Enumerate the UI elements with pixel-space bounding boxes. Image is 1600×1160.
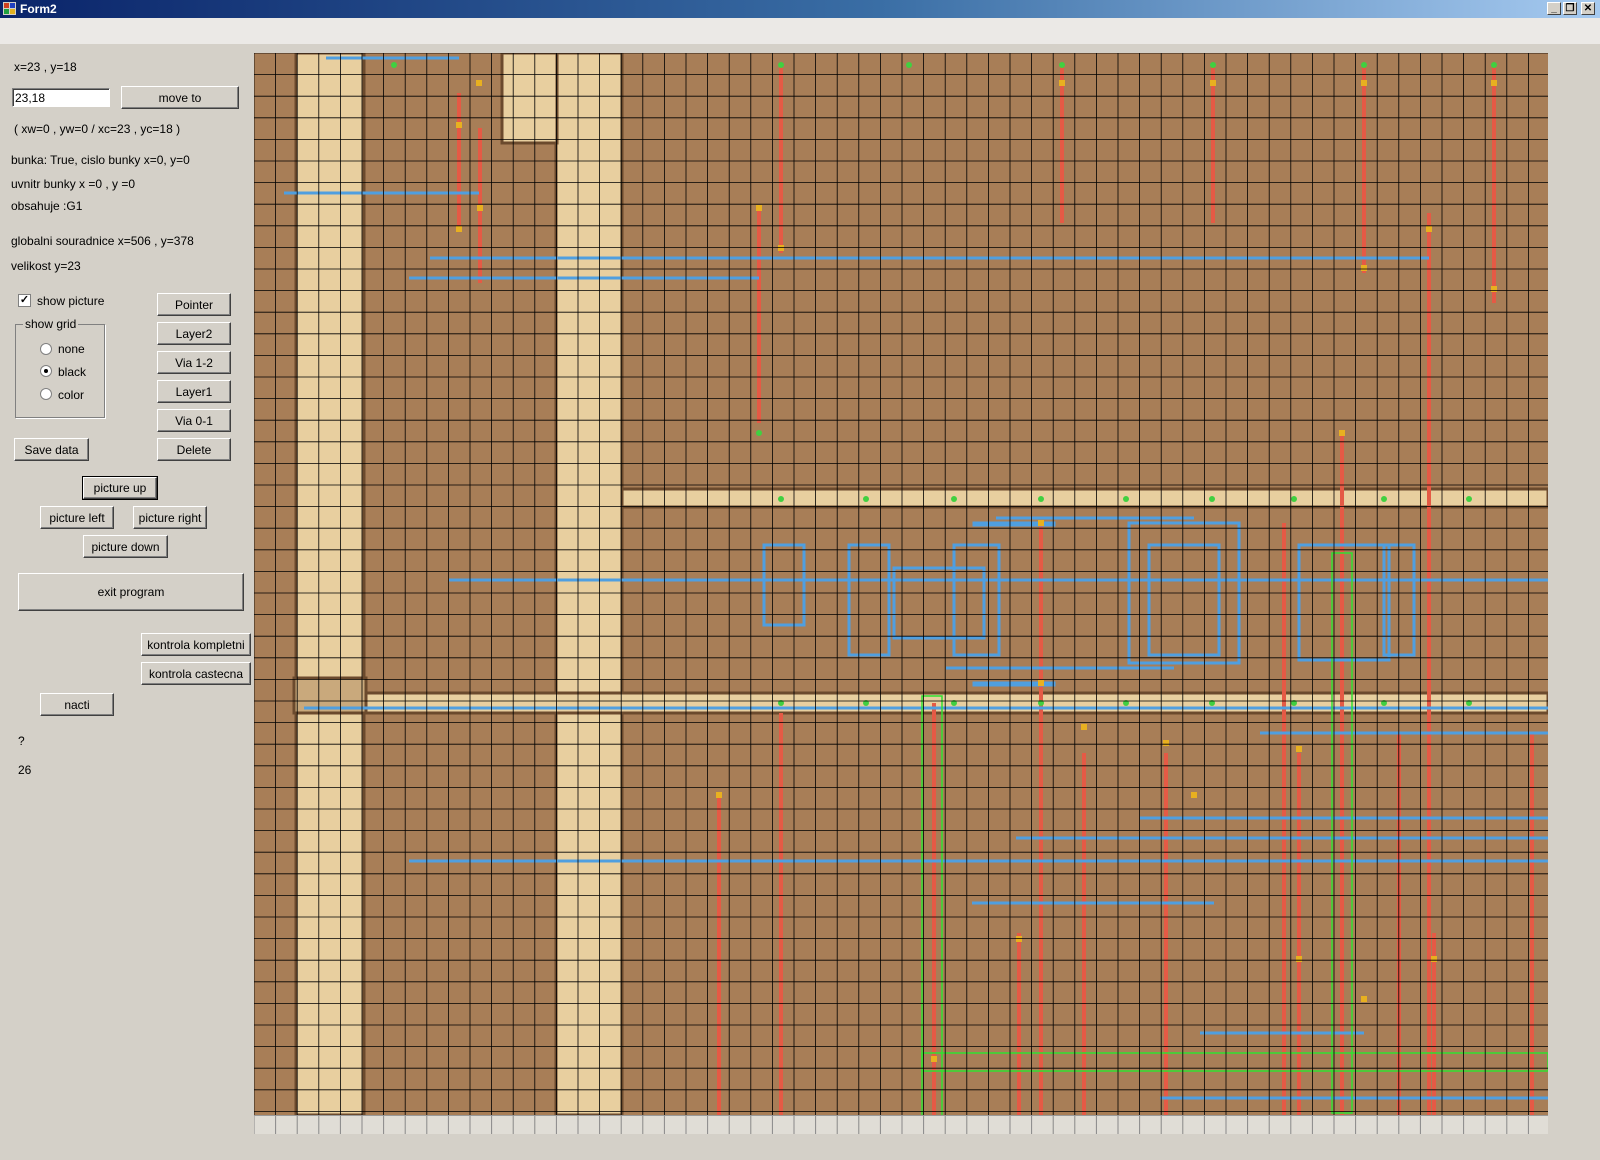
picture-left-button[interactable]: picture left: [40, 506, 114, 529]
contact-marker: [778, 62, 784, 68]
cell-strip-svg: [253, 1116, 1529, 1134]
coords-detail-label: ( xw=0 , yw=0 / xc=23 , yc=18 ): [14, 122, 181, 136]
exit-program-button[interactable]: exit program: [18, 573, 244, 611]
grid-radio-none[interactable]: [40, 343, 52, 355]
via12-tool-button[interactable]: Via 1-2: [157, 351, 231, 374]
metal-block: [500, 51, 559, 145]
question-label: ?: [18, 734, 25, 748]
contact-marker: [1381, 496, 1387, 502]
grid-option-color: color: [58, 388, 85, 402]
grid-radio-color[interactable]: [40, 388, 52, 400]
via-marker: [1163, 740, 1169, 746]
via-marker: [1339, 430, 1345, 436]
picture-down-button[interactable]: picture down: [83, 535, 168, 558]
cursor-label: x=23 , y=18: [14, 60, 77, 74]
contact-marker: [1210, 62, 1216, 68]
app-icon: [3, 2, 16, 15]
layer1-tool-button[interactable]: Layer1: [157, 380, 231, 403]
kontrola-kompletni-button[interactable]: kontrola kompletni: [141, 633, 251, 656]
obsahuje-label: obsahuje :G1: [11, 199, 83, 213]
uvnitr-label: uvnitr bunky x =0 , y =0: [11, 177, 136, 191]
contact-marker: [756, 430, 762, 436]
bunka-label: bunka: True, cislo bunky x=0, y=0: [11, 153, 190, 167]
metal-rail-h: [620, 487, 1550, 509]
horizontal-cell-strip[interactable]: [253, 1115, 1548, 1134]
check-icon: ✓: [19, 294, 30, 306]
via-marker: [1361, 265, 1367, 271]
via-marker: [1016, 936, 1022, 942]
kontrola-castecna-button[interactable]: kontrola castecna: [141, 662, 251, 685]
contact-marker: [1209, 496, 1215, 502]
via-marker: [716, 792, 722, 798]
via-marker: [1038, 520, 1044, 526]
show-grid-title: show grid: [23, 317, 79, 331]
nacti-button[interactable]: nacti: [40, 693, 114, 716]
via-marker: [1431, 956, 1437, 962]
title-bar: Form2 _ ❐ ✕: [0, 0, 1600, 18]
contact-marker: [906, 62, 912, 68]
via-marker: [456, 226, 462, 232]
via-marker: [1491, 286, 1497, 292]
via-marker: [1361, 80, 1367, 86]
close-button[interactable]: ✕: [1581, 2, 1595, 15]
contact-marker: [1291, 496, 1297, 502]
delete-tool-button[interactable]: Delete: [157, 438, 231, 461]
via-marker: [477, 205, 483, 211]
die-picture-canvas[interactable]: [253, 51, 1550, 1143]
pointer-tool-button[interactable]: Pointer: [157, 293, 231, 316]
minimize-icon: _: [1551, 3, 1557, 14]
close-icon: ✕: [1583, 3, 1593, 14]
metal-rail: [554, 51, 624, 1117]
via-marker: [778, 245, 784, 251]
die-picture-svg[interactable]: [253, 51, 1550, 1143]
metal-rail: [294, 51, 366, 1117]
menu-strip: [0, 18, 1600, 44]
save-data-button[interactable]: Save data: [14, 438, 89, 461]
minimize-button[interactable]: _: [1547, 2, 1561, 15]
restore-icon: ❐: [1565, 3, 1575, 14]
velikost-label: velikost y=23: [11, 259, 81, 273]
grid-option-none: none: [58, 342, 85, 356]
contact-marker: [1361, 62, 1367, 68]
contact-marker: [1038, 496, 1044, 502]
show-picture-checkbox[interactable]: ✓: [18, 294, 31, 307]
via-marker: [1210, 80, 1216, 86]
contact-marker: [1491, 62, 1497, 68]
move-to-button[interactable]: move to: [121, 86, 239, 109]
layer2-tool-button[interactable]: Layer2: [157, 322, 231, 345]
count-label: 26: [18, 763, 32, 777]
window-title: Form2: [20, 2, 57, 16]
picture-up-button[interactable]: picture up: [82, 476, 158, 500]
contact-marker: [863, 496, 869, 502]
contact-marker: [1059, 62, 1065, 68]
contact-marker: [1123, 496, 1129, 502]
via-marker: [1191, 792, 1197, 798]
via-marker: [456, 122, 462, 128]
contact-marker: [778, 496, 784, 502]
via01-tool-button[interactable]: Via 0-1: [157, 409, 231, 432]
via-marker: [1296, 746, 1302, 752]
via-marker: [1361, 996, 1367, 1002]
contact-marker: [1466, 496, 1472, 502]
via-marker: [931, 1056, 937, 1062]
contact-marker: [391, 62, 397, 68]
via-marker: [1426, 226, 1432, 232]
show-picture-label: show picture: [37, 294, 105, 308]
restore-button[interactable]: ❐: [1563, 2, 1577, 15]
grid-radio-black[interactable]: [40, 365, 52, 377]
via-marker: [1296, 956, 1302, 962]
move-to-input[interactable]: [12, 88, 110, 107]
via-marker: [476, 80, 482, 86]
grid-option-black: black: [58, 365, 87, 379]
globalni-label: globalni souradnice x=506 , y=378: [11, 234, 194, 248]
picture-right-button[interactable]: picture right: [133, 506, 207, 529]
via-marker: [1038, 680, 1044, 686]
via-marker: [756, 205, 762, 211]
via-marker: [1059, 80, 1065, 86]
via-marker: [1491, 80, 1497, 86]
via-marker: [1081, 724, 1087, 730]
contact-marker: [951, 496, 957, 502]
